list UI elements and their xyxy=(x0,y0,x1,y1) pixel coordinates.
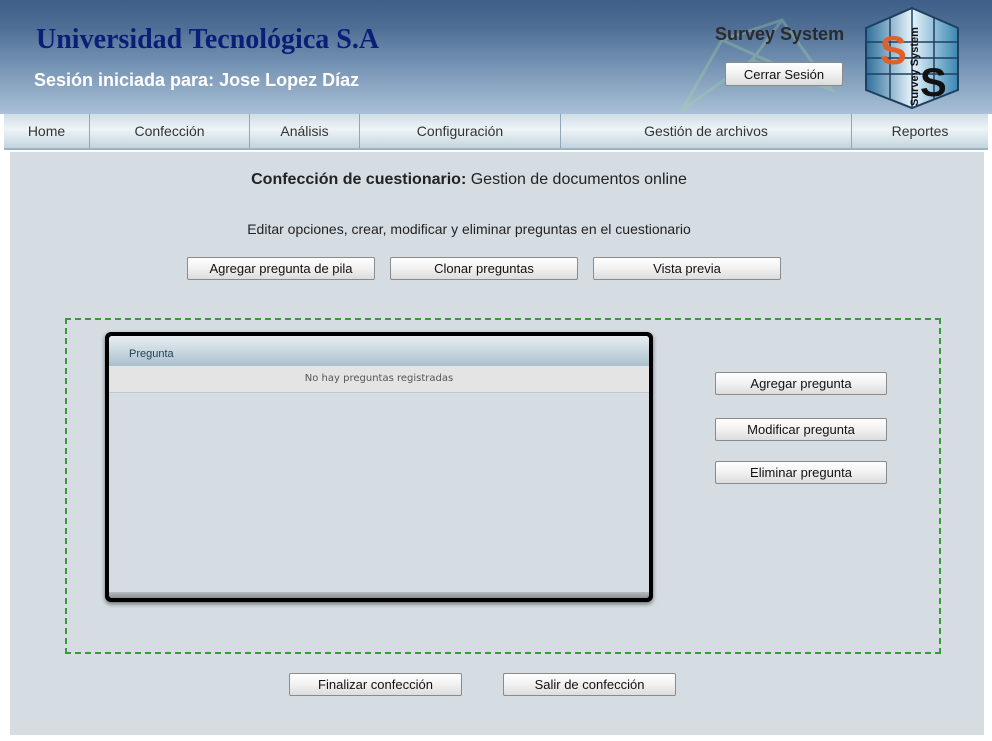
institution-title: Universidad Tecnológica S.A xyxy=(36,24,380,55)
main-navigation: Home Confección Análisis Configuración G… xyxy=(4,114,988,150)
svg-text:S: S xyxy=(880,29,907,73)
logout-button[interactable]: Cerrar Sesión xyxy=(725,62,843,86)
exit-button[interactable]: Salir de confección xyxy=(503,673,676,696)
empty-message: No hay preguntas registradas xyxy=(109,366,649,393)
clone-questions-button[interactable]: Clonar preguntas xyxy=(390,257,578,280)
questions-panel: Pregunta No hay preguntas registradas Ag… xyxy=(65,318,941,654)
preview-button[interactable]: Vista previa xyxy=(593,257,781,280)
session-info: Sesión iniciada para: Jose Lopez Díaz xyxy=(34,70,359,91)
column-header-pregunta[interactable]: Pregunta xyxy=(109,336,649,366)
finish-button[interactable]: Finalizar confección xyxy=(289,673,462,696)
nav-gestion-archivos[interactable]: Gestión de archivos xyxy=(561,114,852,148)
session-label: Sesión iniciada para: xyxy=(34,70,215,90)
header-banner: Universidad Tecnológica S.A Sesión inici… xyxy=(0,0,992,114)
nav-reportes[interactable]: Reportes xyxy=(852,114,988,148)
user-name: Jose Lopez Díaz xyxy=(219,70,360,90)
nav-home[interactable]: Home xyxy=(4,114,90,148)
survey-system-logo: S S Survey System xyxy=(865,6,959,110)
add-question-button[interactable]: Agregar pregunta xyxy=(715,372,887,395)
page-title-label: Confección de cuestionario: xyxy=(251,171,467,188)
add-from-stack-button[interactable]: Agregar pregunta de pila xyxy=(187,257,375,280)
brand-name: Survey System xyxy=(715,24,845,44)
nav-configuracion[interactable]: Configuración xyxy=(360,114,561,148)
svg-text:S: S xyxy=(920,61,947,105)
delete-question-button[interactable]: Eliminar pregunta xyxy=(715,461,887,484)
nav-confeccion[interactable]: Confección xyxy=(90,114,250,148)
questions-grid-body: Pregunta No hay preguntas registradas xyxy=(109,336,649,598)
instructions-text: Editar opciones, crear, modificar y elim… xyxy=(247,221,691,237)
page-title-document: Gestion de documentos online xyxy=(470,171,687,188)
modify-question-button[interactable]: Modificar pregunta xyxy=(715,418,887,441)
logo-text: Survey System xyxy=(909,27,921,106)
questions-grid: Pregunta No hay preguntas registradas xyxy=(105,332,653,602)
grid-footer xyxy=(109,592,649,598)
nav-analisis[interactable]: Análisis xyxy=(250,114,360,148)
header-decoration xyxy=(680,18,837,112)
main-content: Confección de cuestionario: Gestion de d… xyxy=(10,152,984,735)
page-title: Confección de cuestionario: Gestion de d… xyxy=(10,171,928,189)
